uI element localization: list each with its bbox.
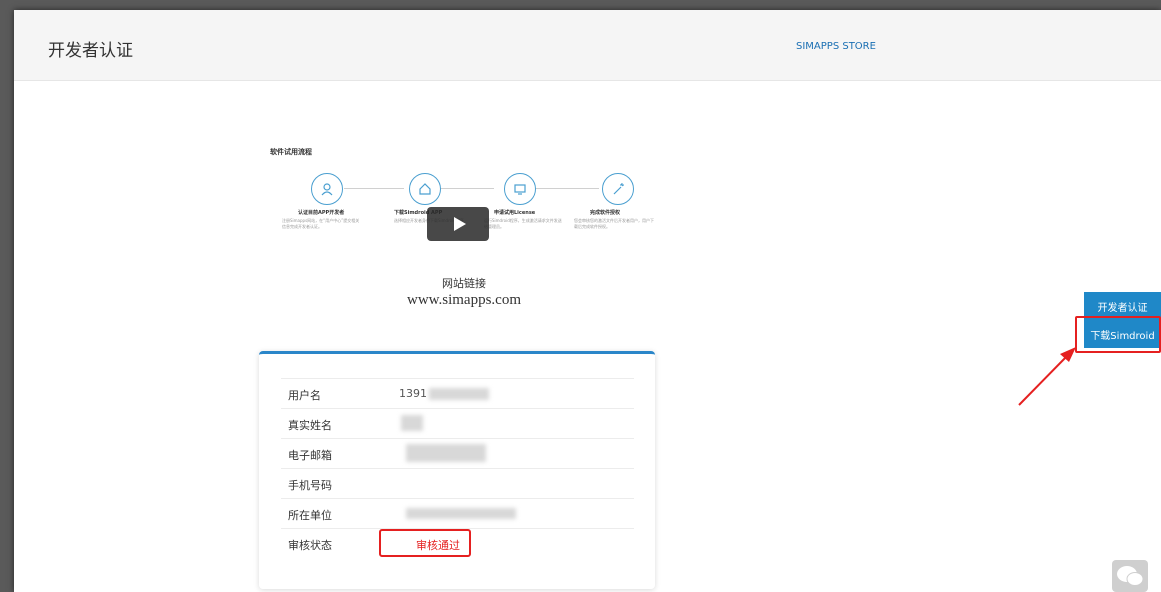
step-desc: 注册Simapps网站，在“用户中心”提交相关信息完成开发者认证。 [282, 218, 360, 229]
site-caption-url: www.simapps.com [406, 292, 522, 308]
simapps-store-link[interactable]: SIMAPPS STORE [796, 41, 876, 52]
redacted-value [429, 388, 489, 400]
arrow-icon [1018, 347, 1076, 406]
table-row: 所在单位 [281, 498, 634, 529]
home-icon [409, 173, 441, 205]
row-label: 真实姓名 [288, 419, 332, 432]
step-desc: 您会审核您的激活文件后开发者用户，用户下载后完成软件授权。 [574, 218, 654, 229]
header-bar: 开发者认证 SIMAPPS STORE [14, 10, 1161, 81]
profile-card: 用户名 1391 真实姓名 电子邮箱 手机号码 所在单位 审核状态 审核通过 [259, 351, 655, 589]
table-row: 手机号码 [281, 468, 634, 499]
table-row: 真实姓名 [281, 408, 634, 439]
download-highlight-box [1075, 316, 1161, 353]
row-label: 审核状态 [288, 539, 332, 552]
flow-title: 软件试用流程 [270, 148, 312, 156]
redacted-value [406, 508, 516, 519]
step-desc: 运行Simdroid程序，生成激活请求文件发送给管理员。 [484, 218, 562, 229]
step-title: 认证目前APP开发者 [298, 210, 345, 216]
row-label: 所在单位 [288, 509, 332, 522]
status-highlight: 审核通过 [379, 529, 471, 557]
user-icon [311, 173, 343, 205]
table-row: 用户名 1391 [281, 378, 634, 409]
row-label: 用户名 [288, 389, 321, 402]
status-badge: 审核通过 [416, 539, 460, 552]
row-value: 1391 [399, 387, 427, 400]
site-caption-label: 网站链接 [442, 277, 486, 290]
row-label: 电子邮箱 [288, 449, 332, 462]
redacted-value [406, 444, 486, 462]
row-label: 手机号码 [288, 479, 332, 492]
play-icon [453, 217, 466, 231]
redacted-value [401, 415, 423, 431]
flow-connector [439, 188, 494, 189]
wand-icon [602, 173, 634, 205]
trial-flow-video[interactable]: 软件试用流程 认证目前APP开发者 注册Simapps网站，在“用户中心”提交相… [254, 135, 674, 308]
app-window: 开发者认证 SIMAPPS STORE 软件试用流程 认证目前APP开发者 注册… [14, 10, 1161, 592]
step-title: 申请试用License [494, 210, 536, 216]
wechat-icon[interactable] [1112, 560, 1148, 592]
flow-connector [344, 188, 404, 189]
page-title: 开发者认证 [48, 41, 133, 61]
flow-connector [529, 188, 599, 189]
video-play-button[interactable] [427, 207, 489, 241]
table-row: 电子邮箱 [281, 438, 634, 469]
step-title: 完成软件授权 [590, 210, 621, 216]
monitor-icon [504, 173, 536, 205]
table-row: 审核状态 审核通过 [281, 528, 634, 559]
